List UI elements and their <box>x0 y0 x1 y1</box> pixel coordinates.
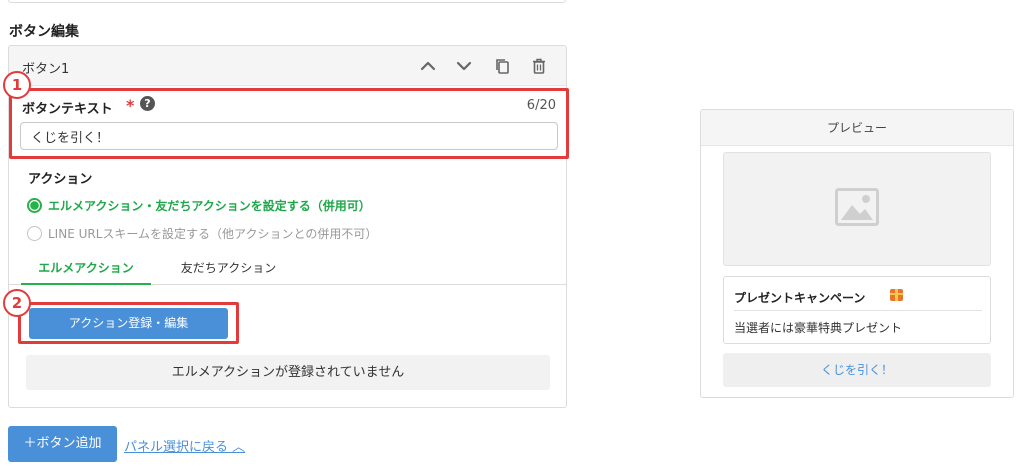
radio-label: エルメアクション・友だちアクションを設定する（併用可） <box>48 199 371 213</box>
preview-lottery-button[interactable]: くじを引く！ <box>723 353 991 387</box>
image-placeholder <box>723 152 991 266</box>
step-badge-2: 2 <box>3 289 31 317</box>
step-badge-1: 1 <box>3 71 31 99</box>
action-label: アクション <box>28 172 93 187</box>
required-mark: * <box>126 96 135 115</box>
action-register-button[interactable]: アクション登録・編集 <box>29 308 228 339</box>
radio-checked-icon <box>27 198 42 213</box>
button-name: ボタン1 <box>22 62 70 77</box>
panel-header: ボタン1 <box>9 46 566 86</box>
card-title: プレゼントキャンペーン <box>734 291 866 305</box>
preview-card: プレゼントキャンペーン 当選者には豪華特典プレゼント <box>723 276 991 344</box>
back-to-panel-link[interactable]: パネル選択に戻る ︿ <box>124 436 245 455</box>
card-divider <box>734 310 982 311</box>
char-counter: 6/20 <box>526 98 556 113</box>
help-icon[interactable]: ? <box>140 96 155 111</box>
radio-line-url-scheme[interactable]: LINE URLスキームを設定する（他アクションとの併用不可） <box>27 225 377 242</box>
chevron-down-icon[interactable] <box>453 55 475 77</box>
copy-icon[interactable] <box>491 55 513 77</box>
no-action-notice: エルメアクションが登録されていません <box>26 355 550 390</box>
image-icon <box>835 188 879 230</box>
action-tabs: エルメアクション 友だちアクション <box>9 254 566 285</box>
tab-elme-action[interactable]: エルメアクション <box>21 254 151 285</box>
tab-friend-action[interactable]: 友だちアクション <box>161 254 296 285</box>
radio-elme-action[interactable]: エルメアクション・友だちアクションを設定する（併用可） <box>27 197 371 214</box>
add-button-button[interactable]: ＋ボタン追加 <box>8 426 117 462</box>
button-editor-panel: ボタン1 ボタンテキスト * ? 6/20 アクション エルメアクション・友だち… <box>8 45 567 408</box>
preview-panel: プレビュー プレゼントキャンペーン 当選者には豪華特典プレゼント くじを引く！ <box>700 109 1014 398</box>
radio-label: LINE URLスキームを設定する（他アクションとの併用不可） <box>48 227 378 241</box>
button-text-input[interactable] <box>20 122 558 150</box>
section-title: ボタン編集 <box>9 24 79 40</box>
previous-panel-edge <box>8 0 566 3</box>
card-body: 当選者には豪華特典プレゼント <box>734 321 903 335</box>
gift-icon <box>890 289 903 301</box>
radio-unchecked-icon <box>27 226 42 241</box>
trash-icon[interactable] <box>528 55 550 77</box>
preview-header: プレビュー <box>701 110 1013 146</box>
chevron-up-icon[interactable] <box>417 55 439 77</box>
button-text-label: ボタンテキスト <box>22 102 113 117</box>
